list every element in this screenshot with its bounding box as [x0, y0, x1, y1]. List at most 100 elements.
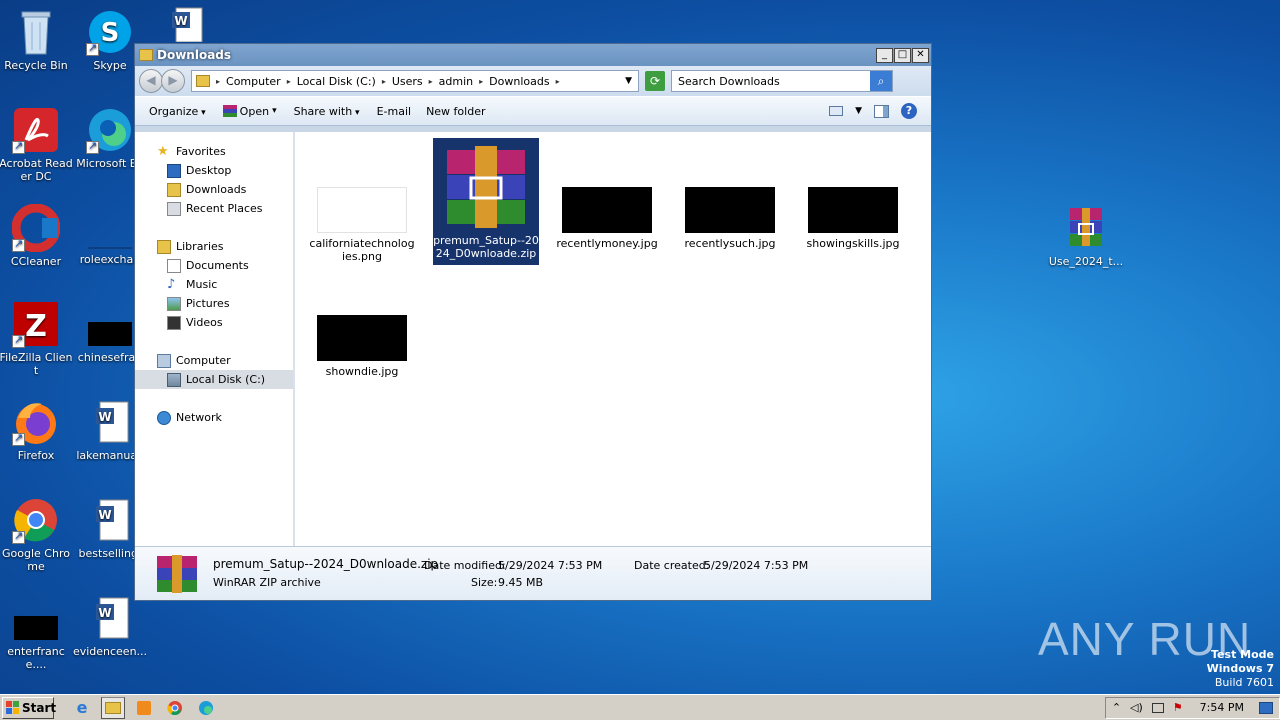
new-folder-button[interactable]: New folder [426, 105, 485, 118]
close-button[interactable]: ✕ [912, 47, 929, 63]
view-options-icon[interactable] [829, 106, 844, 116]
skype-icon: S [86, 8, 134, 56]
recycle-bin-icon [12, 8, 60, 56]
drive-icon [167, 372, 181, 387]
search-box[interactable]: Search Downloads ⌕ [671, 70, 893, 92]
title-bar[interactable]: Downloads _ □ ✕ [135, 44, 931, 66]
nav-local-disk[interactable]: Local Disk (C:) [135, 370, 293, 389]
breadcrumb-users[interactable]: Users [392, 75, 423, 88]
file-item-selected[interactable]: premum_Satup--2024_D0wnloade.zip [433, 138, 539, 265]
size-value: 9.45 MB [498, 576, 544, 589]
help-icon[interactable]: ? [901, 103, 917, 119]
file-item[interactable]: showingskills.jpg [800, 187, 906, 250]
folder-icon [196, 75, 210, 87]
nav-libraries[interactable]: Libraries [135, 237, 293, 256]
details-type: WinRAR ZIP archive [213, 576, 321, 589]
address-bar[interactable]: ▸ Computer ▸ Local Disk (C:) ▸ Users ▸ a… [191, 70, 639, 92]
network-tray-icon[interactable] [1151, 702, 1164, 713]
windows-logo-icon [6, 701, 19, 714]
winrar-icon [155, 554, 199, 594]
acrobat-icon [12, 106, 60, 154]
nav-favorites[interactable]: ★ Favorites [135, 142, 293, 161]
tray-expand-icon[interactable]: ⌃ [1112, 701, 1121, 714]
desktop-icon-enterfrance[interactable]: enterfrance.... [0, 594, 74, 671]
search-icon[interactable]: ⌕ [870, 71, 892, 91]
modified-label: Date modified: [424, 559, 506, 572]
breadcrumb-local-disk[interactable]: Local Disk (C:) [297, 75, 376, 88]
file-item[interactable]: recentlysuch.jpg [677, 187, 783, 250]
organize-button[interactable]: Organize [149, 105, 206, 118]
test-mode-watermark: Test Mode Windows 7 Build 7601 [1206, 648, 1274, 689]
email-button[interactable]: E-mail [377, 105, 412, 118]
desktop-icon-ccleaner[interactable]: CCleaner [0, 203, 74, 268]
details-pane: premum_Satup--2024_D0wnloade.zip WinRAR … [135, 546, 931, 600]
breadcrumb-computer[interactable]: Computer [226, 75, 281, 88]
flag-icon[interactable]: ⚑ [1173, 701, 1183, 714]
taskbar-ie-icon[interactable]: e [70, 697, 94, 719]
desktop-icon-use-2024[interactable]: Use_2024_t... [1048, 204, 1124, 268]
file-item[interactable]: recentlymoney.jpg [554, 187, 660, 250]
desktop-icon-evidenceen[interactable]: W evidenceen... [72, 594, 148, 658]
navigation-pane: ★ Favorites Desktop Downloads Recent Pla… [135, 132, 295, 546]
back-button[interactable]: ◀ [139, 69, 163, 93]
image-thumbnail [317, 315, 407, 361]
network-icon [157, 410, 171, 425]
svg-text:W: W [98, 410, 111, 424]
share-with-button[interactable]: Share with [294, 105, 360, 118]
ccleaner-icon [11, 203, 61, 253]
desktop-icon-chrome[interactable]: Google Chrome [0, 496, 74, 573]
taskbar-explorer-icon[interactable] [101, 696, 125, 719]
volume-icon[interactable]: ◁) [1130, 701, 1143, 714]
minimize-button[interactable]: _ [876, 47, 893, 63]
forward-button[interactable]: ▶ [161, 69, 185, 93]
nav-recent-places[interactable]: Recent Places [135, 199, 293, 218]
taskbar-media-player-icon[interactable] [132, 697, 156, 719]
nav-documents[interactable]: Documents [135, 256, 293, 275]
winrar-icon [1062, 204, 1110, 252]
svg-text:W: W [174, 14, 187, 28]
chrome-icon [12, 496, 60, 544]
nav-pictures[interactable]: Pictures [135, 294, 293, 313]
view-dropdown-icon[interactable]: ▼ [855, 106, 862, 116]
file-item[interactable]: showndie.jpg [309, 315, 415, 378]
clock[interactable]: 7:54 PM [1200, 701, 1244, 714]
nav-downloads[interactable]: Downloads [135, 180, 293, 199]
desktop-icon-acrobat[interactable]: Acrobat Reader DC [0, 106, 74, 183]
preview-pane-icon[interactable] [874, 104, 889, 118]
refresh-icon[interactable]: ⟳ [645, 71, 665, 91]
breadcrumb-downloads[interactable]: Downloads [489, 75, 549, 88]
open-button[interactable]: Open [222, 105, 277, 118]
created-value: 5/29/2024 7:53 PM [704, 559, 809, 572]
explorer-window: Downloads _ □ ✕ ◀ ▶ ▸ Computer ▸ Local D… [134, 43, 932, 601]
image-thumbnail [808, 187, 898, 233]
downloads-folder-icon [167, 182, 181, 197]
filezilla-icon: Z [12, 300, 60, 348]
desktop-icon [167, 163, 181, 178]
command-bar: Organize Open Share with E-mail New fold… [135, 96, 931, 126]
star-icon: ★ [157, 143, 169, 159]
file-item[interactable]: californiatechnologies.png [309, 187, 415, 263]
nav-videos[interactable]: Videos [135, 313, 293, 332]
image-thumbnail [685, 187, 775, 233]
nav-computer[interactable]: Computer [135, 351, 293, 370]
file-list: californiatechnologies.png premum_Satup-… [295, 132, 931, 546]
address-dropdown-icon[interactable]: ▼ [625, 76, 632, 86]
nav-network[interactable]: Network [135, 408, 293, 427]
taskbar-chrome-icon[interactable] [163, 697, 187, 719]
breadcrumb-admin[interactable]: admin [439, 75, 473, 88]
desktop-icon-firefox[interactable]: Firefox [0, 398, 74, 462]
folder-icon [139, 49, 153, 61]
search-input[interactable]: Search Downloads [672, 75, 870, 88]
start-button[interactable]: Start [2, 696, 56, 719]
nav-music[interactable]: ♪ Music [135, 275, 293, 294]
word-document-icon: W [86, 594, 134, 642]
taskbar: Start e ⌃ ◁) ⚑ 7:54 PM [0, 694, 1280, 720]
maximize-button[interactable]: □ [894, 47, 911, 63]
show-desktop-icon[interactable] [1259, 701, 1273, 714]
desktop-icon-filezilla[interactable]: Z FileZilla Client [0, 300, 74, 377]
nav-desktop[interactable]: Desktop [135, 161, 293, 180]
desktop-icon-recycle-bin[interactable]: Recycle Bin [0, 8, 74, 72]
window-title: Downloads [157, 48, 232, 62]
taskbar-edge-icon[interactable] [194, 697, 218, 719]
desktop-icon-word-doc[interactable]: W [148, 6, 224, 45]
